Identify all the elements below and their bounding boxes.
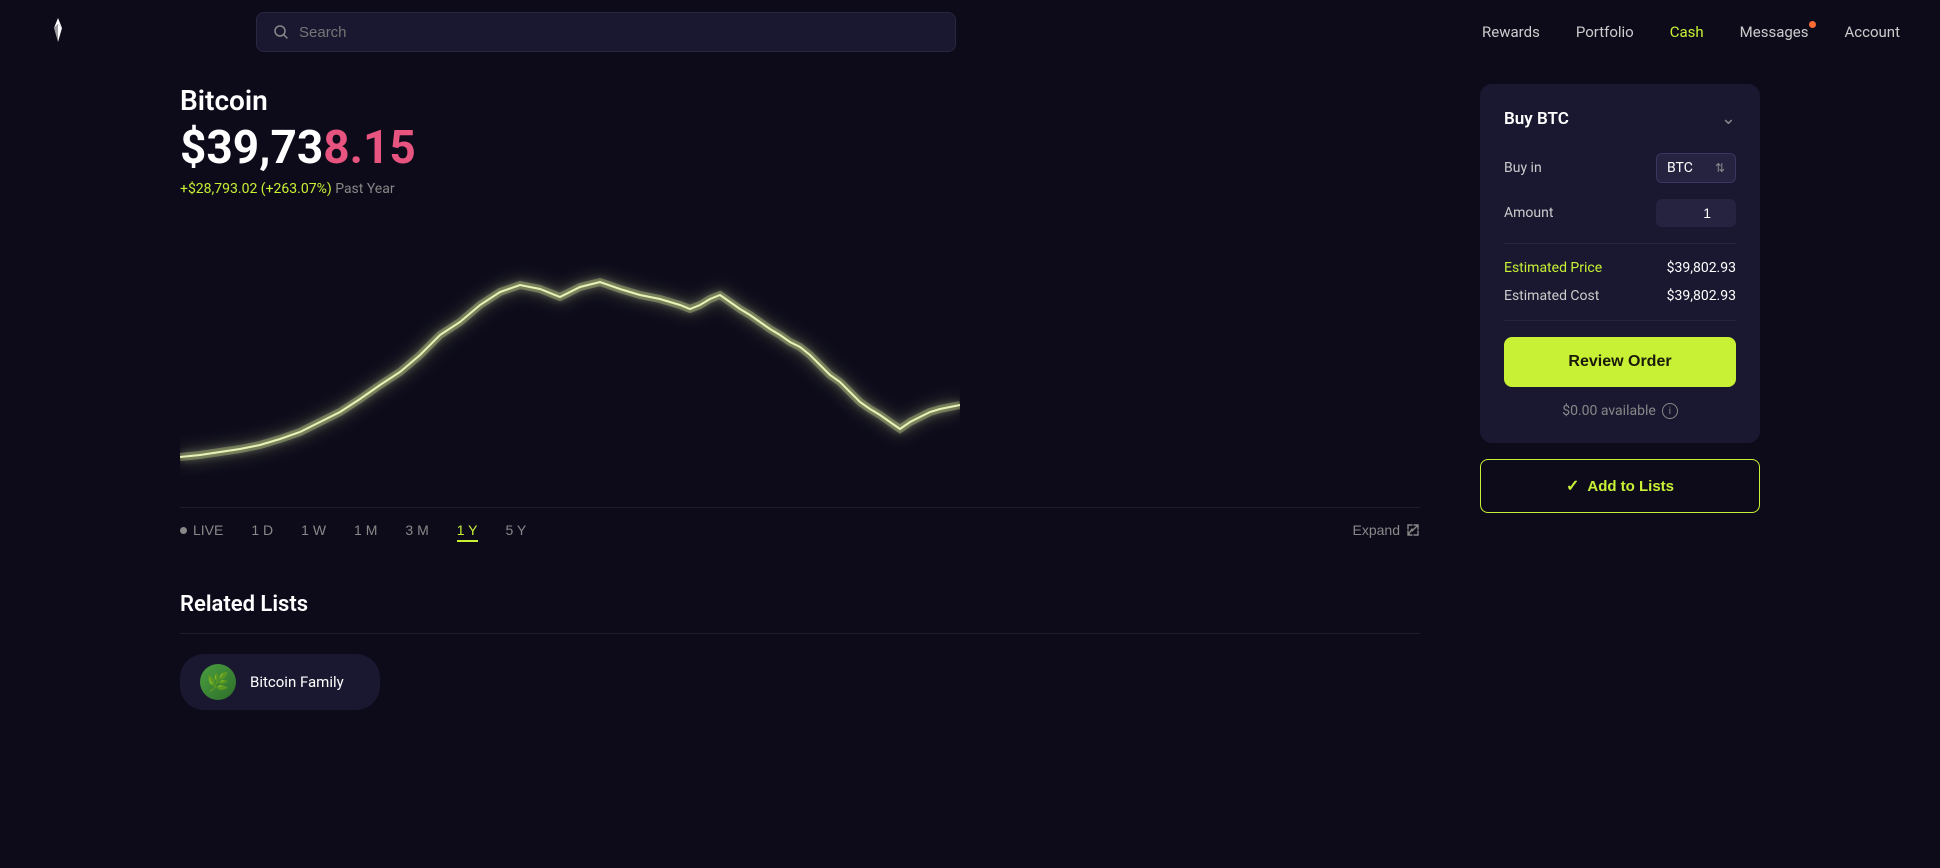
related-lists-section: Related Lists 🌿 Bitcoin Family bbox=[180, 592, 1420, 710]
buy-in-select[interactable]: BTC ⇅ bbox=[1656, 153, 1736, 183]
review-order-button[interactable]: Review Order bbox=[1504, 337, 1736, 387]
price-chart bbox=[180, 217, 960, 497]
main-content: Bitcoin $39,738.15 +$28,793.02 (+263.07%… bbox=[0, 84, 1940, 710]
info-icon[interactable]: i bbox=[1662, 403, 1678, 419]
expand-label: Expand bbox=[1353, 522, 1400, 538]
estimated-cost-label: Estimated Cost bbox=[1504, 288, 1599, 304]
buy-panel: Buy BTC ⌄ Buy in BTC ⇅ Amount Estimated … bbox=[1480, 84, 1760, 710]
estimated-cost-value: $39,802.93 bbox=[1667, 288, 1736, 304]
time-live[interactable]: LIVE bbox=[180, 518, 223, 542]
buy-dropdown-icon[interactable]: ⌄ bbox=[1721, 108, 1736, 129]
estimated-cost-row: Estimated Cost $39,802.93 bbox=[1504, 288, 1736, 304]
related-lists-title: Related Lists bbox=[180, 592, 1420, 617]
coin-price: $39,738.15 bbox=[180, 121, 1420, 175]
nav-cash[interactable]: Cash bbox=[1670, 23, 1704, 41]
nav-messages[interactable]: Messages bbox=[1740, 23, 1809, 41]
divider-1 bbox=[1504, 243, 1736, 244]
coin-name: Bitcoin bbox=[180, 84, 1420, 117]
time-range-selector: LIVE 1 D 1 W 1 M 3 M 1 Y 5 Y Expand bbox=[180, 507, 1420, 542]
buy-in-row: Buy in BTC ⇅ bbox=[1504, 153, 1736, 183]
search-bar[interactable] bbox=[256, 12, 956, 52]
price-decimal: 8.15 bbox=[323, 121, 416, 175]
buy-in-label: Buy in bbox=[1504, 160, 1542, 176]
add-to-lists-button[interactable]: ✓ Add to Lists bbox=[1480, 459, 1760, 513]
search-input[interactable] bbox=[299, 24, 939, 41]
list-item-name: Bitcoin Family bbox=[250, 673, 344, 691]
time-1d[interactable]: 1 D bbox=[251, 518, 273, 542]
divider-2 bbox=[1504, 320, 1736, 321]
header: Rewards Portfolio Cash Messages Account bbox=[0, 0, 1940, 64]
estimated-price-row: Estimated Price $39,802.93 bbox=[1504, 260, 1736, 276]
related-divider bbox=[180, 633, 1420, 634]
available-amount: $0.00 available bbox=[1562, 403, 1656, 419]
price-change-period: Past Year bbox=[335, 181, 394, 197]
time-1w[interactable]: 1 W bbox=[301, 518, 326, 542]
select-arrows-icon: ⇅ bbox=[1715, 161, 1725, 175]
buy-title: Buy BTC bbox=[1504, 109, 1569, 129]
list-avatar: 🌿 bbox=[200, 664, 236, 700]
price-change-value: +$28,793.02 (+263.07%) bbox=[180, 181, 332, 197]
add-to-lists-label: Add to Lists bbox=[1587, 478, 1674, 495]
nav-account[interactable]: Account bbox=[1844, 23, 1900, 41]
nav-portfolio[interactable]: Portfolio bbox=[1576, 23, 1634, 41]
live-dot bbox=[180, 527, 187, 534]
time-5y[interactable]: 5 Y bbox=[506, 518, 527, 542]
expand-chart-button[interactable]: Expand bbox=[1353, 522, 1420, 538]
time-3m[interactable]: 3 M bbox=[405, 518, 428, 542]
amount-label: Amount bbox=[1504, 205, 1553, 221]
available-row: $0.00 available i bbox=[1504, 403, 1736, 419]
coin-detail: Bitcoin $39,738.15 +$28,793.02 (+263.07%… bbox=[180, 84, 1420, 710]
buy-header: Buy BTC ⌄ bbox=[1504, 108, 1736, 129]
time-1y[interactable]: 1 Y bbox=[457, 518, 478, 542]
nav: Rewards Portfolio Cash Messages Account bbox=[1482, 23, 1900, 41]
search-icon bbox=[273, 24, 289, 40]
estimated-price-value: $39,802.93 bbox=[1667, 260, 1736, 276]
list-item[interactable]: 🌿 Bitcoin Family bbox=[180, 654, 380, 710]
amount-input[interactable] bbox=[1656, 199, 1736, 227]
price-change: +$28,793.02 (+263.07%) Past Year bbox=[180, 181, 1420, 197]
logo-icon[interactable] bbox=[40, 14, 76, 50]
nav-rewards[interactable]: Rewards bbox=[1482, 23, 1540, 41]
amount-row: Amount bbox=[1504, 199, 1736, 227]
buy-card: Buy BTC ⌄ Buy in BTC ⇅ Amount Estimated … bbox=[1480, 84, 1760, 443]
price-whole: $39,73 bbox=[180, 121, 323, 175]
buy-in-value: BTC bbox=[1667, 160, 1693, 176]
expand-icon bbox=[1406, 523, 1420, 537]
time-1m[interactable]: 1 M bbox=[354, 518, 377, 542]
check-icon: ✓ bbox=[1566, 476, 1579, 496]
estimated-price-label: Estimated Price bbox=[1504, 260, 1602, 276]
